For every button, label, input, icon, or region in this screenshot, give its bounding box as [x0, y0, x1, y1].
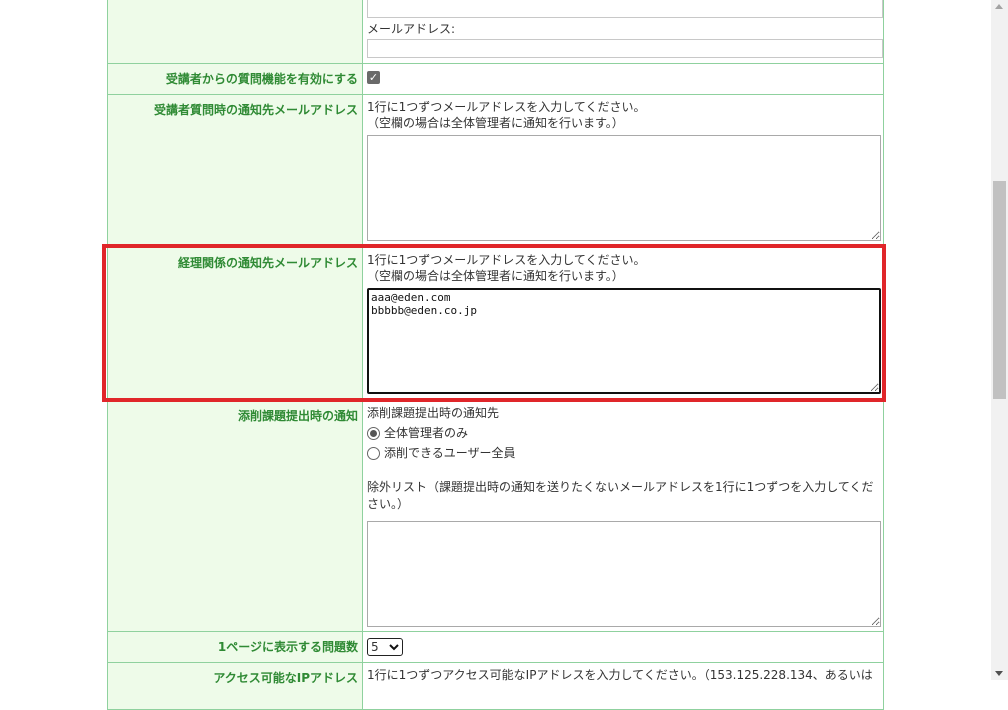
question-enable-row: 受講者からの質問機能を有効にする ✓: [107, 63, 884, 95]
chevron-down-icon: [389, 643, 399, 650]
question-notify-label: 受講者質問時の通知先メールアドレス: [107, 94, 363, 248]
questions-per-page-value-cell: 5: [362, 631, 884, 663]
scroll-down-icon[interactable]: [995, 671, 1003, 676]
select-value: 5: [371, 640, 379, 654]
exclusion-hint: 除外リスト（課題提出時の通知を送りたくないメールアドレスを1行に1つずつを入力し…: [367, 480, 874, 511]
radio-option-all-users[interactable]: 添削できるユーザー全員: [367, 443, 877, 463]
correction-notify-subheading: 添削課題提出時の通知先: [367, 406, 500, 420]
vertical-scrollbar[interactable]: [991, 0, 1008, 680]
email-input[interactable]: [367, 39, 883, 58]
questions-per-page-row: 1ページに表示する問題数 5: [107, 631, 884, 663]
radio-option-label: 添削できるユーザー全員: [384, 446, 516, 460]
accounting-notify-hint1: 1行に1つずつメールアドレスを入力してください。: [367, 253, 646, 267]
correction-notify-value-cell: 添削課題提出時の通知先 全体管理者のみ 添削できるユーザー全員 除外リスト（課題…: [362, 400, 884, 632]
radio-button-checked[interactable]: [367, 426, 380, 440]
scroll-up-icon[interactable]: [995, 4, 1003, 9]
question-notify-hint2: （空欄の場合は全体管理者に通知を行います。）: [367, 116, 624, 130]
questions-per-page-label: 1ページに表示する問題数: [107, 631, 363, 663]
email-label: メールアドレス:: [367, 22, 456, 36]
radio-option-admin-only[interactable]: 全体管理者のみ: [367, 423, 877, 443]
ip-access-value-cell: 1行に1つずつアクセス可能なIPアドレスを入力してください。（153.125.2…: [362, 662, 884, 710]
question-enable-value-cell: ✓: [362, 63, 884, 95]
correction-notify-row: 添削課題提出時の通知 添削課題提出時の通知先 全体管理者のみ 添削できるユーザー…: [107, 400, 884, 632]
correction-notify-label: 添削課題提出時の通知: [107, 400, 363, 632]
question-notify-hint1: 1行に1つずつメールアドレスを入力してください。: [367, 100, 646, 114]
accounting-notify-label: 経理関係の通知先メールアドレス: [107, 247, 363, 401]
settings-table-wrapper: メールアドレス: 受講者からの質問機能を有効にする ✓ 受講者質問時の通知先メー…: [107, 0, 884, 710]
question-notify-row: 受講者質問時の通知先メールアドレス 1行に1つずつメールアドレスを入力してくださ…: [107, 94, 884, 248]
questions-per-page-select[interactable]: 5: [367, 638, 403, 656]
settings-table: メールアドレス: 受講者からの質問機能を有効にする ✓ 受講者質問時の通知先メー…: [107, 0, 884, 710]
accounting-notify-textarea[interactable]: [367, 288, 881, 394]
question-enable-label: 受講者からの質問機能を有効にする: [107, 63, 363, 95]
question-enable-checkbox[interactable]: ✓: [367, 71, 380, 84]
accounting-notify-value-cell: 1行に1つずつメールアドレスを入力してください。 （空欄の場合は全体管理者に通知…: [362, 247, 884, 401]
radio-option-label: 全体管理者のみ: [384, 426, 469, 440]
email-row: メールアドレス:: [107, 0, 884, 64]
accounting-notify-row: 経理関係の通知先メールアドレス 1行に1つずつメールアドレスを入力してください。…: [107, 247, 884, 401]
email-row-label-cell: [107, 0, 363, 64]
radio-button[interactable]: [367, 446, 380, 460]
ip-access-label: アクセス可能なIPアドレス: [107, 662, 363, 710]
ip-access-row: アクセス可能なIPアドレス 1行に1つずつアクセス可能なIPアドレスを入力してく…: [107, 662, 884, 710]
email-row-value-cell: メールアドレス:: [362, 0, 884, 64]
exclusion-textarea[interactable]: [367, 521, 881, 627]
accounting-notify-hint2: （空欄の場合は全体管理者に通知を行います。）: [367, 269, 624, 283]
question-notify-value-cell: 1行に1つずつメールアドレスを入力してください。 （空欄の場合は全体管理者に通知…: [362, 94, 884, 248]
question-notify-textarea[interactable]: [367, 135, 881, 241]
ip-access-hint: 1行に1つずつアクセス可能なIPアドレスを入力してください。（153.125.2…: [367, 668, 873, 682]
scrollbar-thumb[interactable]: [993, 181, 1006, 399]
previous-input[interactable]: [367, 0, 883, 18]
